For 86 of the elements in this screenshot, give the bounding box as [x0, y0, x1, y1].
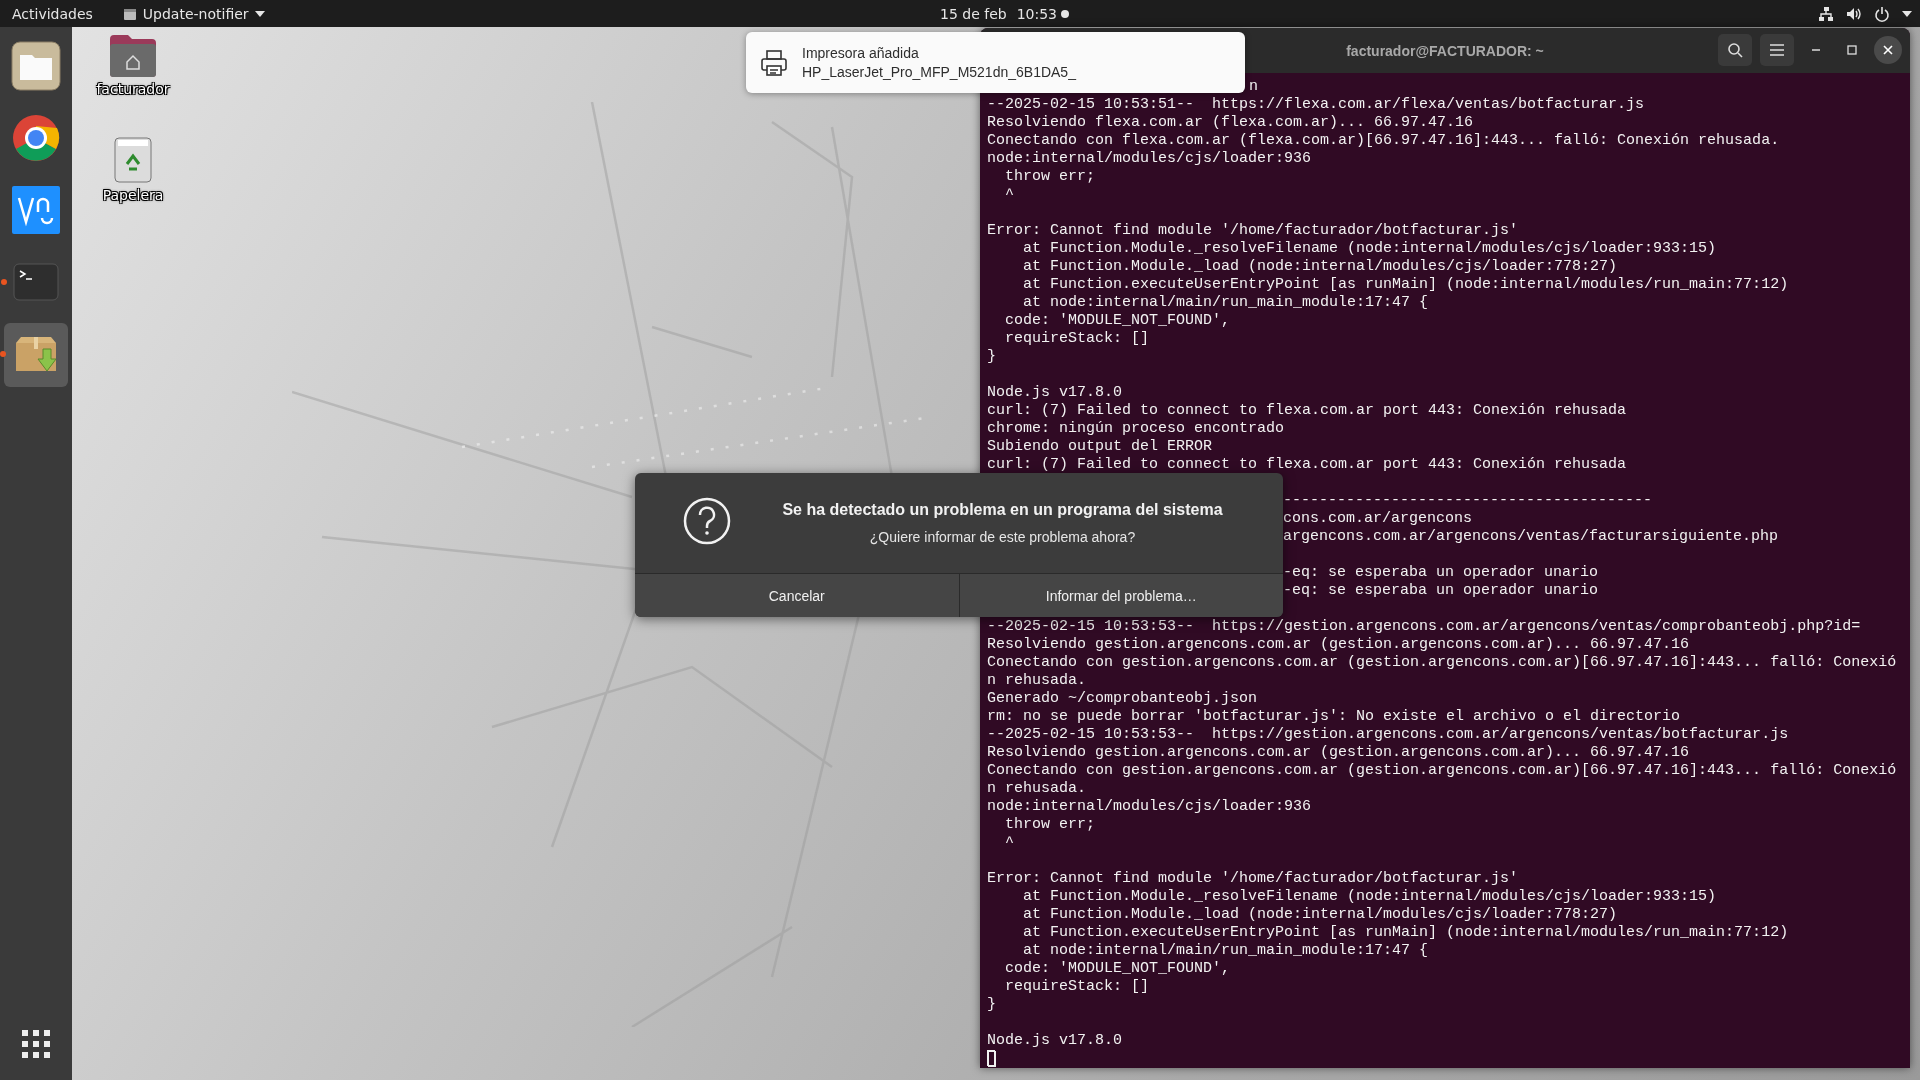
terminal-line: } [987, 348, 996, 366]
network-icon[interactable] [1818, 5, 1834, 22]
terminal-line: Conectando con gestion.argencons.com.ar (gestion.argencons.com.ar)[66.97.47.16]:443... falló: Conexió [987, 654, 1897, 672]
terminal-line: argencons.com.ar/argencons/ventas/facturarsiguiente.php [1283, 528, 1779, 546]
maximize-icon [1847, 45, 1857, 55]
menu-icon [1770, 44, 1784, 56]
notification-title: Impresora añadida [802, 45, 920, 61]
menu-button[interactable] [1760, 34, 1794, 66]
terminal-line: --2025-02-15 10:53:53-- https://gestion.argencons.com.ar/argencons/ventas/botfacturar.js [987, 726, 1789, 744]
app-grid-icon [22, 1030, 50, 1058]
terminal-line: cons.com.ar/argencons [1283, 510, 1473, 528]
terminal-line: Resolviendo flexa.com.ar (flexa.com.ar)... 66.97.47.16 [987, 114, 1474, 132]
terminal-line: curl: (7) Failed to connect to flexa.com.ar port 443: Conexión rehusada [987, 402, 1627, 420]
terminal-line: at Function.Module._resolveFilename (node:internal/modules/cjs/loader:933:15) [1022, 240, 1717, 258]
terminal-line: Generado ~/comprobanteobj.json [987, 690, 1258, 708]
notification-banner[interactable]: Impresora añadida HP_LaserJet_Pro_MFP_M521dn_6B1DA5_ [746, 32, 1245, 93]
terminal-line: Error: Cannot find module '/home/facturador/botfacturar.js' [987, 222, 1519, 240]
terminal-line: at node:internal/main/run_main_module:17:47 { [1022, 942, 1429, 960]
notification-dot-icon [1061, 9, 1069, 18]
minimize-icon [1811, 49, 1821, 51]
app-menu[interactable]: Update-notifier [122, 5, 265, 22]
terminal-line: code: 'MODULE_NOT_FOUND', [1004, 312, 1231, 330]
terminal-line: ^ [1004, 834, 1014, 852]
terminal-line: at Function.executeUserEntryPoint [as runMain] (node:internal/modules/run_main:77:12) [1022, 276, 1789, 294]
terminal-line: } [987, 996, 996, 1014]
terminal-line: node:internal/modules/cjs/loader:936 [987, 798, 1312, 816]
terminal-line: n rehusada. [987, 672, 1087, 690]
terminal-line: rm: no se puede borrar 'botfacturar.js': No existe el archivo o el directorio [987, 708, 1681, 726]
home-folder-icon[interactable] [110, 35, 156, 77]
terminal-line: Conectando con flexa.com.ar (flexa.com.ar)[66.97.47.16]:443... falló: Conexión rehusada. [987, 132, 1780, 150]
terminal-line: at node:internal/main/run_main_module:17:47 { [1022, 294, 1429, 312]
terminal-line: Node.js v17.8.0 [987, 1032, 1123, 1050]
terminal-line: Conectando con gestion.argencons.com.ar (gestion.argencons.com.ar)[66.97.47.16]:443... falló: Conexió [987, 762, 1897, 780]
notification-body: HP_LaserJet_Pro_MFP_M521dn_6B1DA5_ [802, 64, 1076, 80]
search-button[interactable] [1718, 34, 1752, 66]
close-icon [1883, 45, 1893, 55]
terminal-line: code: 'MODULE_NOT_FOUND', [1004, 960, 1231, 978]
window-title: facturador@FACTURADOR: ~ [1346, 42, 1544, 59]
clock-date: 15 de feb [940, 5, 1007, 22]
search-icon [1727, 42, 1743, 58]
terminal-line: n [1249, 78, 1258, 96]
terminal-line: at Function.Module._load (node:internal/modules/cjs/loader:778:27) [1022, 258, 1618, 276]
report-button[interactable]: Informar del problema… [958, 574, 1283, 617]
terminal-line: n rehusada. [987, 780, 1087, 798]
terminal-line: ----------------------------------------- [1283, 492, 1653, 510]
terminal-line: -eq: se esperaba un operador unario [1283, 564, 1599, 582]
cancel-button[interactable]: Cancelar [635, 574, 959, 617]
dialog-title: Se ha detectado un problema en un programa del sistema [782, 501, 1223, 519]
caret-icon [254, 10, 265, 17]
terminal-line: Resolviendo gestion.argencons.com.ar (gestion.argencons.com.ar)... 66.97.47.16 [987, 636, 1690, 654]
terminal-line: --2025-02-15 10:53:53-- https://gestion.argencons.com.ar/argencons/ventas/comprobanteobj.php?id= [987, 618, 1861, 636]
caret-icon[interactable] [1902, 10, 1912, 17]
clock-time: 10:53 [1016, 5, 1057, 22]
terminal-line: throw err; [1004, 816, 1096, 834]
terminal-line: node:internal/modules/cjs/loader:936 [987, 150, 1312, 168]
dialog-message: ¿Quiere informar de este problema ahora? [869, 529, 1136, 545]
terminal-line: throw err; [1004, 168, 1096, 186]
printer-icon [760, 48, 788, 77]
text-cursor [988, 1051, 996, 1068]
browser-icon [12, 114, 60, 162]
terminal-line: ^ [1004, 186, 1014, 204]
activities-button[interactable]: Actividades [12, 5, 93, 22]
terminal-line: Node.js v17.8.0 [987, 384, 1123, 402]
clock[interactable]: 15 de feb 10:53 [940, 5, 1057, 22]
terminal-line: requireStack: [] [1004, 330, 1150, 348]
terminal-line: Error: Cannot find module '/home/facturador/botfacturar.js' [987, 870, 1519, 888]
question-icon [682, 496, 732, 546]
package-icon [122, 6, 137, 21]
terminal-line: Subiendo output del ERROR [987, 438, 1213, 456]
terminal-line: curl: (7) Failed to connect to flexa.com.ar port 443: Conexión rehusada [987, 456, 1627, 474]
folder-icon [11, 41, 61, 91]
desktop-icon-label[interactable]: facturador [96, 81, 170, 97]
trash-icon[interactable] [114, 137, 152, 183]
terminal-line: at Function.executeUserEntryPoint [as runMain] (node:internal/modules/run_main:77:12) [1022, 924, 1789, 942]
terminal-icon [13, 263, 59, 301]
terminal-line: at Function.Module._load (node:internal/modules/cjs/loader:778:27) [1022, 906, 1618, 924]
terminal-line: --2025-02-15 10:53:51-- https://flexa.com.ar/flexa/ventas/botfacturar.js [987, 96, 1645, 114]
terminal-line: requireStack: [] [1004, 978, 1150, 996]
power-icon[interactable] [1874, 5, 1890, 22]
terminal-line: Resolviendo gestion.argencons.com.ar (gestion.argencons.com.ar)... 66.97.47.16 [987, 744, 1690, 762]
remote-desktop-icon [12, 186, 60, 234]
desktop-icon-label[interactable]: Papelera [102, 187, 164, 203]
terminal-line: -eq: se esperaba un operador unario [1283, 582, 1599, 600]
terminal-line: at Function.Module._resolveFilename (node:internal/modules/cjs/loader:933:15) [1022, 888, 1717, 906]
close-button[interactable] [1874, 36, 1902, 64]
terminal-line: chrome: ningún proceso encontrado [987, 420, 1285, 438]
